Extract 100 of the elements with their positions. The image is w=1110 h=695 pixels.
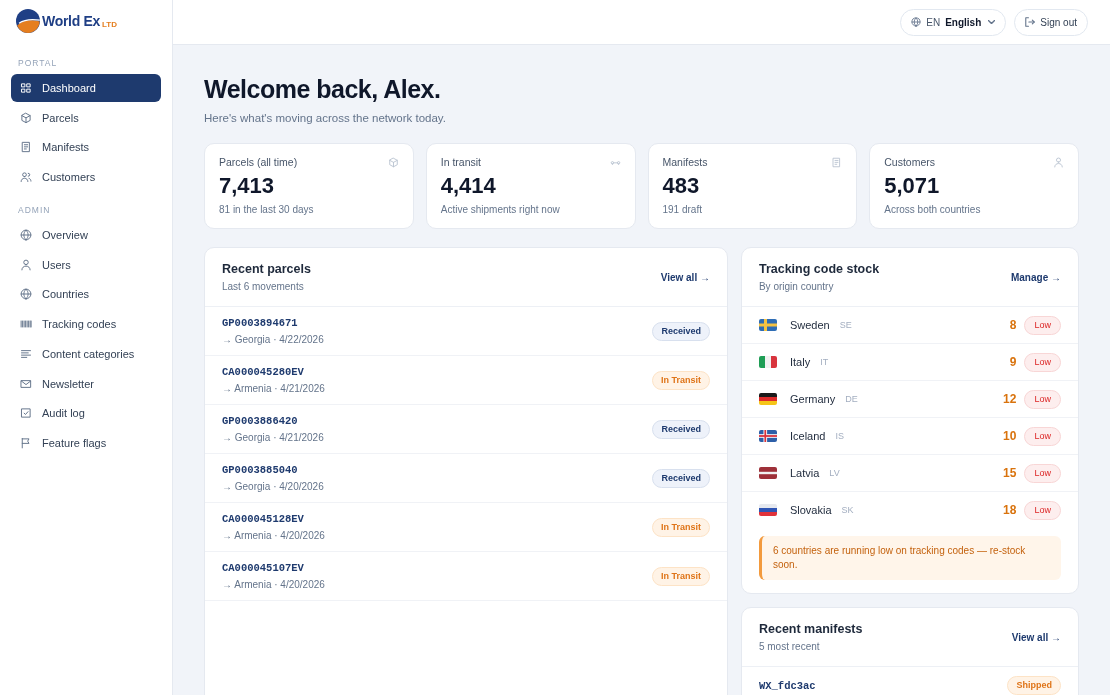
card-subtitle: By origin country [758,280,835,293]
checkbox-icon [20,407,32,420]
nav-section-heading: ADMIN [18,204,52,217]
tracking-number: GP0003894671 [222,316,299,330]
logo-icon [15,8,41,34]
nav-item[interactable]: Feature flags [11,428,161,457]
cube-icon [20,111,32,124]
destination-date: → Georgia · 4/20/2026 [222,480,324,493]
sign-out-icon [1025,17,1036,27]
status-badge: In Transit [651,566,710,586]
tracking-number: GP0003886420 [222,414,299,428]
stock-level-badge: Low [1024,315,1061,335]
nav-item[interactable]: Countries [11,280,161,309]
view-all-link[interactable]: View all → [660,271,710,283]
destination-date: → Armenia · 4/20/2026 [222,578,325,591]
country-code: IS [835,431,844,441]
nav-item[interactable]: Content categories [11,339,161,368]
page-subtitle: Here's what's moving across the network today. [204,111,447,125]
globe-icon [911,17,922,27]
grid-icon [20,82,32,94]
lines-icon [20,347,32,360]
stock-level-badge: Low [1024,389,1061,409]
country-code: IT [820,357,829,367]
destination-date: → Armenia · 4/21/2026 [222,382,325,395]
destination-date: → Georgia · 4/22/2026 [222,333,324,346]
country-code: DE [845,394,858,404]
nav-item[interactable]: Customers [11,163,161,192]
nav-item[interactable]: Newsletter [11,369,161,398]
tracking-number: CA000045107EV [222,561,305,575]
stock-count: 18 [1003,503,1017,517]
status-badge: Received [652,419,710,439]
stock-count: 15 [1003,466,1017,480]
barcode-icon [20,318,32,331]
flag-icon [758,467,777,479]
brand-suffix: LTD [102,20,117,29]
globe-icon [20,288,32,301]
stat-value: 483 [662,173,701,199]
stock-level-badge: Low [1024,352,1061,372]
status-badge: Received [652,468,710,488]
country-name: Slovakia [789,504,832,516]
status-badge: Received [652,321,710,341]
stat-label: Customers [884,156,935,168]
user-icon [20,258,32,271]
nav-item[interactable]: Tracking codes [11,310,161,339]
country-name: Italy [789,356,811,368]
stat-note: 191 draft [662,203,703,216]
card-title: Recent parcels [222,261,311,277]
stock-level-badge: Low [1024,463,1061,483]
tracking-number: GP0003885040 [222,463,299,477]
users-icon [20,171,32,184]
stat-note: 81 in the last 30 days [219,203,315,216]
stat-label: Parcels (all time) [219,156,298,168]
country-code: LV [829,468,840,478]
stock-count: 12 [1003,392,1017,406]
card-title: Tracking code stock [758,261,880,277]
stock-count: 10 [1003,429,1017,443]
flag-icon [20,436,32,449]
document-icon [20,141,32,154]
manifest-id: WX_fdc3ac [758,678,816,693]
stat-note: Active shipments right now [440,203,561,216]
sign-out-button[interactable]: Sign out [1014,8,1088,36]
tracking-number: CA000045128EV [222,512,305,526]
cube-icon [387,156,399,168]
flag-icon [758,319,777,331]
stat-label: In transit [440,156,482,168]
nav-item[interactable]: Parcels [11,103,161,132]
stock-level-badge: Low [1024,500,1061,520]
country-code: SE [839,320,852,330]
nav-item[interactable]: Users [11,250,161,279]
status-badge: In Transit [651,517,710,537]
nav-item[interactable]: Overview [11,221,161,250]
document-icon [831,156,843,168]
language-selector[interactable]: EN English [900,8,1007,36]
flag-icon [758,356,777,368]
nav-item[interactable]: Manifests [11,133,161,162]
nav-item[interactable]: Audit log [11,399,161,428]
stat-value: 4,414 [440,173,497,199]
view-all-link[interactable]: View all → [1011,631,1061,643]
user-icon [1053,156,1064,168]
flag-icon [758,430,777,442]
country-code: SK [841,505,854,515]
tracking-number: CA000045280EV [222,365,305,379]
page-title: Welcome back, Alex. [204,74,442,105]
stat-value: 7,413 [219,173,276,199]
card-title: Recent manifests [758,621,863,637]
nav-section-heading: PORTAL [18,57,59,69]
mail-icon [20,377,32,390]
stock-count: 8 [1009,318,1017,332]
manage-link[interactable]: Manage → [1010,271,1061,283]
stock-count: 9 [1009,355,1017,369]
stock-level-badge: Low [1024,426,1061,446]
country-name: Germany [789,393,836,405]
status-badge: In Transit [651,370,710,390]
destination-date: → Georgia · 4/21/2026 [222,431,324,444]
nav-item[interactable]: Dashboard [11,74,161,102]
stat-note: Across both countries [884,203,982,216]
country-name: Sweden [789,319,830,331]
flag-icon [758,504,777,516]
chevron-down-icon [988,20,996,24]
flag-icon [758,393,777,405]
